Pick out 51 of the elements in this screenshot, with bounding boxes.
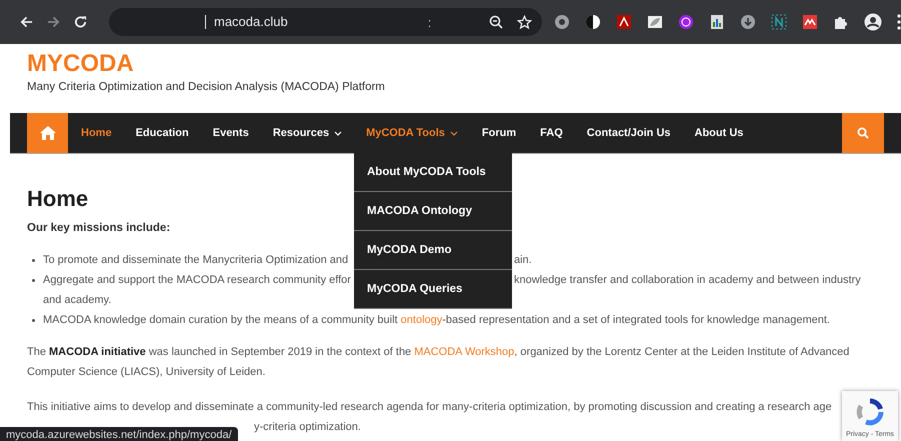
half-circle-icon[interactable] bbox=[584, 14, 601, 30]
menu-item[interactable]: MACODA Ontology bbox=[354, 192, 512, 231]
address-bar[interactable]: macoda.club : bbox=[109, 8, 542, 36]
puzzle-icon[interactable] bbox=[832, 14, 849, 30]
nav-link[interactable]: FAQ bbox=[528, 113, 575, 153]
menu-item[interactable]: MyCODA Demo bbox=[354, 231, 512, 270]
list-item-text: MACODA knowledge domain curation by the means of a community built ontology-based representation and a set of integrated tools for knowledge management. bbox=[43, 313, 830, 328]
zoom-out-icon[interactable] bbox=[488, 15, 503, 29]
nav-link[interactable]: About Us bbox=[682, 113, 756, 153]
list-item-text: Aggregate and support the MACODA research community effor bbox=[43, 274, 351, 286]
caret-icon bbox=[450, 130, 458, 136]
nav-link[interactable]: Forum bbox=[470, 113, 528, 153]
reload-icon[interactable] bbox=[74, 15, 87, 29]
bullet-icon bbox=[32, 279, 35, 282]
nav-link[interactable]: Resources bbox=[260, 113, 354, 153]
star-icon[interactable] bbox=[516, 14, 532, 30]
list-item-text: To promote and disseminate the Manycriteria Optimization and bbox=[43, 254, 348, 266]
caret-icon bbox=[334, 130, 342, 136]
nav-link[interactable]: Education bbox=[124, 113, 201, 153]
paragraph-text: This initiative aims to develop and disseminate a community-led research agenda for many-criteria optimization, by promoting discussion and creating a research age bbox=[27, 400, 832, 415]
chart-icon[interactable] bbox=[708, 14, 725, 30]
intro-text: Our key missions include: bbox=[27, 222, 172, 234]
home-icon[interactable] bbox=[40, 126, 56, 140]
circle-icon[interactable] bbox=[554, 14, 570, 30]
bullet-icon bbox=[32, 259, 35, 262]
mountain-icon[interactable] bbox=[802, 14, 818, 30]
paragraph-text: The MACODA initiative was launched in September 2019 in the context of the MACODA Workshop, organized by the Lorentz Center at the Leiden Institute of Advanced Computer Science (LIACS), University of Leiden. bbox=[27, 345, 850, 380]
circular-arrow-icon bbox=[855, 397, 885, 427]
forward-icon[interactable] bbox=[47, 15, 60, 29]
address-text: macoda.club bbox=[205, 15, 288, 29]
menu-item[interactable]: MyCODA Queries bbox=[354, 270, 512, 309]
site-tagline: Many Criteria Optimization and Decision Analysis (MACODA) Platform bbox=[27, 81, 386, 93]
nav-link[interactable]: Contact/Join Us bbox=[574, 113, 683, 153]
list-item-text: knowledge transfer and collaboration in academy and between industry bbox=[514, 273, 861, 288]
list-item-text: ain. bbox=[514, 253, 532, 268]
leaf-icon[interactable] bbox=[646, 14, 663, 30]
account-icon[interactable] bbox=[864, 13, 882, 31]
download-icon[interactable] bbox=[740, 14, 756, 30]
page-title: Home bbox=[27, 186, 88, 212]
back-icon[interactable] bbox=[20, 15, 33, 29]
search-icon[interactable] bbox=[857, 127, 869, 139]
address-text: : bbox=[428, 14, 432, 30]
nav-link[interactable]: Events bbox=[200, 113, 261, 153]
list-item-text: and academy. bbox=[43, 293, 112, 308]
menu-icon[interactable] bbox=[896, 14, 901, 30]
nav-link[interactable]: Home bbox=[69, 113, 124, 153]
bullet-icon bbox=[32, 319, 35, 322]
paragraph-text: y-criteria optimization. bbox=[254, 420, 361, 435]
nav-link[interactable]: MyCODA Tools bbox=[354, 113, 470, 153]
menu-item[interactable]: About MyCODA Tools bbox=[354, 153, 512, 192]
status-url: mycoda.azurewebsites.net/index.php/mycoda/ bbox=[0, 427, 238, 441]
